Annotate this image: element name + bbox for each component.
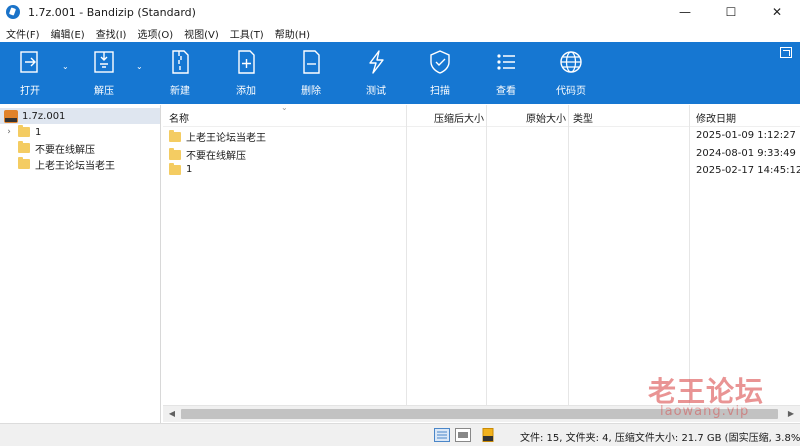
tree-root-archive[interactable]: 1.7z.001	[0, 108, 160, 124]
folder-icon	[18, 125, 30, 137]
column-name[interactable]: 名称	[169, 110, 189, 125]
archive-icon	[4, 109, 18, 123]
tree-root-label: 1.7z.001	[22, 110, 66, 122]
add-button[interactable]: 添加	[216, 48, 276, 102]
file-modified: 2024-08-01 9:33:49	[696, 148, 796, 159]
file-name: 上老王论坛当老王	[186, 133, 266, 144]
close-button[interactable]: ✕	[754, 0, 800, 24]
menu-options[interactable]: 选项(O)	[131, 26, 178, 41]
table-row[interactable]: 上老王论坛当老王 2025-01-09 1:12:27	[163, 127, 796, 145]
test-button[interactable]: 测试	[346, 48, 406, 102]
minimize-button[interactable]: —	[662, 0, 708, 24]
extract-label: 解压	[94, 86, 114, 97]
file-name-cell: 不要在线解压	[169, 147, 246, 162]
expand-chevron-icon[interactable]: ›	[4, 127, 14, 137]
menu-edit[interactable]: 编辑(E)	[45, 26, 90, 41]
add-label: 添加	[236, 86, 256, 97]
window-title: 1.7z.001 - Bandizip (Standard)	[28, 5, 196, 19]
details-view-icon[interactable]	[434, 428, 450, 442]
column-type[interactable]: 类型	[573, 110, 593, 125]
open-dropdown-chevron-icon[interactable]: ⌄	[62, 62, 72, 72]
column-original-size[interactable]: 原始大小	[526, 110, 566, 125]
column-packed-size[interactable]: 压缩后大小	[434, 110, 484, 125]
extract-button[interactable]: 解压	[74, 48, 134, 102]
view-button[interactable]: 查看	[476, 48, 536, 102]
menu-help[interactable]: 帮助(H)	[269, 26, 315, 41]
file-name-cell: 1	[169, 162, 193, 175]
tree-item-label: 上老王论坛当老王	[35, 160, 115, 172]
column-modified[interactable]: 修改日期	[696, 110, 736, 125]
delete-label: 删除	[301, 86, 321, 97]
menu-tools[interactable]: 工具(T)	[224, 26, 269, 41]
status-bar: 文件: 15, 文件夹: 4, 压缩文件大小: 21.7 GB (固实压缩, 3…	[0, 423, 800, 446]
scroll-right-arrow-icon[interactable]: ▶	[785, 408, 797, 420]
new-archive-label: 新建	[170, 86, 190, 97]
archive-info-icon[interactable]	[480, 428, 496, 442]
folder-icon	[169, 147, 181, 160]
globe-icon	[560, 51, 582, 73]
file-name: 不要在线解压	[186, 151, 246, 162]
view-label: 查看	[496, 86, 516, 97]
column-header-row: ⌄ 名称 压缩后大小 原始大小 类型 修改日期	[163, 103, 800, 127]
test-icon	[369, 50, 384, 74]
open-button[interactable]: 打开	[0, 48, 60, 102]
expand-window-icon[interactable]	[780, 47, 792, 58]
tree-item-label: 不要在线解压	[35, 144, 95, 156]
open-icon	[20, 51, 38, 73]
codepage-label: 代码页	[556, 86, 586, 97]
new-archive-icon	[172, 50, 189, 74]
watermark-url: laowang.vip	[660, 404, 750, 419]
file-name: 1	[186, 164, 193, 175]
status-summary: 文件: 15, 文件夹: 4, 压缩文件大小: 21.7 GB (固实压缩, 3…	[520, 433, 800, 444]
folder-icon	[169, 129, 181, 142]
codepage-button[interactable]: 代码页	[541, 48, 601, 102]
scan-label: 扫描	[430, 86, 450, 97]
file-modified: 2025-01-09 1:12:27	[696, 130, 796, 141]
window-controls: — ☐ ✕	[662, 0, 800, 24]
title-bar: 1.7z.001 - Bandizip (Standard) — ☐ ✕	[0, 0, 800, 24]
table-row[interactable]: 不要在线解压 2024-08-01 9:33:49	[163, 145, 796, 163]
tree-item-laowang-forum[interactable]: 上老王论坛当老王	[0, 156, 115, 172]
extract-dropdown-chevron-icon[interactable]: ⌄	[136, 62, 146, 72]
scan-button[interactable]: 扫描	[410, 48, 470, 102]
file-name-cell: 上老王论坛当老王	[169, 129, 266, 144]
list-icon	[497, 54, 515, 70]
folder-tree: 1.7z.001 › 1 不要在线解压 上老王论坛当老王	[0, 105, 161, 423]
toolbar: 打开 ⌄ 解压 ⌄ 新建 添加 删除 测试 扫描 查看 代码页	[0, 42, 800, 104]
menu-bar: 文件(F) 编辑(E) 查找(I) 选项(O) 视图(V) 工具(T) 帮助(H…	[0, 24, 800, 42]
scroll-left-arrow-icon[interactable]: ◀	[166, 408, 178, 420]
folder-icon	[169, 162, 181, 175]
menu-view[interactable]: 视图(V)	[178, 26, 224, 41]
tree-item-1[interactable]: › 1	[0, 124, 41, 140]
new-archive-button[interactable]: 新建	[150, 48, 210, 102]
bandizip-app-icon	[6, 5, 20, 19]
table-row[interactable]: 1 2025-02-17 14:45:12	[163, 162, 800, 180]
add-file-icon	[238, 50, 255, 74]
maximize-button[interactable]: ☐	[708, 0, 754, 24]
menu-file[interactable]: 文件(F)	[0, 26, 45, 41]
folder-icon	[18, 157, 30, 169]
delete-button[interactable]: 删除	[281, 48, 341, 102]
tree-item-label: 1	[35, 126, 42, 138]
tree-item-no-online-extract[interactable]: 不要在线解压	[0, 140, 95, 156]
icon-view-icon[interactable]	[455, 428, 471, 442]
menu-find[interactable]: 查找(I)	[90, 26, 132, 41]
file-modified: 2025-02-17 14:45:12	[696, 165, 800, 176]
folder-icon	[18, 141, 30, 153]
delete-file-icon	[303, 50, 320, 74]
extract-icon	[94, 51, 114, 73]
test-label: 测试	[366, 86, 386, 97]
open-label: 打开	[20, 86, 40, 97]
sort-caret-icon: ⌄	[281, 103, 288, 112]
shield-icon	[430, 50, 450, 74]
